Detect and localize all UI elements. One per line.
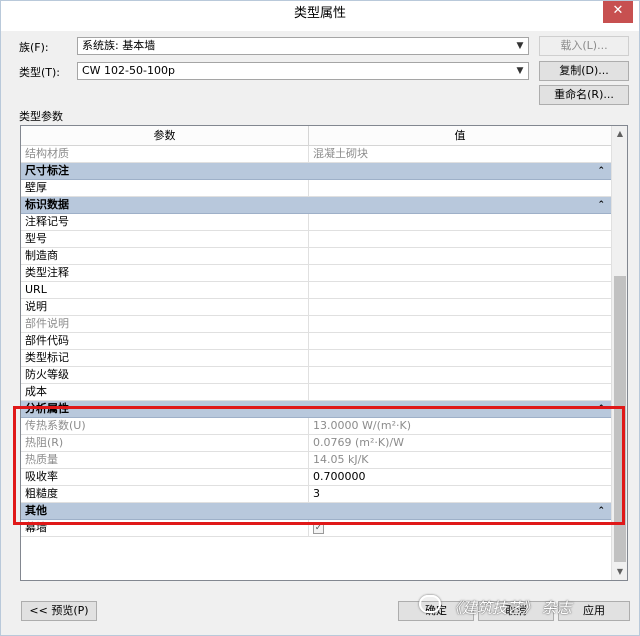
parameter-name: 成本 bbox=[21, 384, 309, 400]
parameter-name: 部件代码 bbox=[21, 333, 309, 349]
type-select[interactable]: CW 102-50-100p ▼ bbox=[77, 62, 529, 80]
parameter-name: 制造商 bbox=[21, 248, 309, 264]
parameter-value[interactable] bbox=[309, 265, 611, 281]
table-row: 制造商 bbox=[21, 248, 611, 265]
duplicate-button[interactable]: 复制(D)... bbox=[539, 61, 629, 81]
table-row: 类型注释 bbox=[21, 265, 611, 282]
table-row: 型号 bbox=[21, 231, 611, 248]
parameter-value[interactable] bbox=[309, 367, 611, 383]
parameter-name: 部件说明 bbox=[21, 316, 309, 332]
chevron-down-icon: ▼ bbox=[516, 41, 524, 51]
parameter-value[interactable] bbox=[309, 248, 611, 264]
parameter-value[interactable] bbox=[309, 231, 611, 247]
parameter-value[interactable] bbox=[309, 384, 611, 400]
close-button[interactable]: ✕ bbox=[603, 1, 633, 23]
parameter-value[interactable]: 混凝土砌块 bbox=[309, 146, 611, 162]
chevron-down-icon: ▼ bbox=[516, 66, 524, 76]
parameter-value[interactable] bbox=[309, 214, 611, 230]
parameter-name: 型号 bbox=[21, 231, 309, 247]
parameter-name: 防火等级 bbox=[21, 367, 309, 383]
table-row: 说明 bbox=[21, 299, 611, 316]
table-row: URL bbox=[21, 282, 611, 299]
parameter-name: 类型注释 bbox=[21, 265, 309, 281]
collapse-icon[interactable]: ⌃ bbox=[597, 163, 605, 179]
table-row: 注释记号 bbox=[21, 214, 611, 231]
parameter-value[interactable] bbox=[309, 299, 611, 315]
family-label: 族(F): bbox=[19, 41, 49, 54]
title-bar: 类型属性 bbox=[1, 1, 639, 31]
table-row: 结构材质 混凝土砌块 bbox=[21, 146, 611, 163]
parameter-name: 注释记号 bbox=[21, 214, 309, 230]
watermark-chat-icon bbox=[419, 595, 441, 613]
column-header-value[interactable]: 值 bbox=[309, 126, 611, 146]
table-row: 壁厚 bbox=[21, 180, 611, 197]
parameter-value[interactable] bbox=[309, 282, 611, 298]
family-value: 系统族: 基本墙 bbox=[82, 39, 156, 52]
column-header-parameter[interactable]: 参数 bbox=[21, 126, 309, 146]
table-row: 部件代码 bbox=[21, 333, 611, 350]
close-icon: ✕ bbox=[612, 3, 624, 18]
group-label: 尺寸标注 bbox=[25, 164, 69, 177]
type-parameters-label: 类型参数 bbox=[19, 110, 63, 123]
type-properties-dialog: 类型属性 ✕ 族(F): 系统族: 基本墙 ▼ 载入(L)... 类型(T): … bbox=[0, 0, 640, 636]
dialog-title: 类型属性 bbox=[293, 6, 346, 21]
parameter-name: 壁厚 bbox=[21, 180, 309, 196]
preview-button[interactable]: << 预览(P) bbox=[21, 601, 97, 621]
type-label: 类型(T): bbox=[19, 66, 61, 79]
parameter-name: URL bbox=[21, 282, 309, 298]
parameter-value[interactable] bbox=[309, 333, 611, 349]
family-select[interactable]: 系统族: 基本墙 ▼ bbox=[77, 37, 529, 55]
type-value: CW 102-50-100p bbox=[82, 64, 175, 77]
parameter-value[interactable] bbox=[309, 350, 611, 366]
highlight-box bbox=[13, 406, 625, 525]
rename-button[interactable]: 重命名(R)... bbox=[539, 85, 629, 105]
grid-header: 参数 值 bbox=[21, 126, 611, 146]
parameter-name: 类型标记 bbox=[21, 350, 309, 366]
load-button[interactable]: 载入(L)... bbox=[539, 36, 629, 56]
table-row: 成本 bbox=[21, 384, 611, 401]
group-label: 标识数据 bbox=[25, 198, 69, 211]
group-header[interactable]: 尺寸标注 ⌃ bbox=[21, 163, 611, 180]
table-row: 类型标记 bbox=[21, 350, 611, 367]
parameter-name: 结构材质 bbox=[21, 146, 309, 162]
table-row: 防火等级 bbox=[21, 367, 611, 384]
parameter-value[interactable] bbox=[309, 316, 611, 332]
watermark-text: 《建筑技艺》 杂志 bbox=[447, 599, 572, 617]
scroll-up-icon[interactable]: ▲ bbox=[612, 126, 627, 142]
parameter-value[interactable] bbox=[309, 180, 611, 196]
parameter-name: 说明 bbox=[21, 299, 309, 315]
collapse-icon[interactable]: ⌃ bbox=[597, 197, 605, 213]
group-header[interactable]: 标识数据 ⌃ bbox=[21, 197, 611, 214]
scroll-down-icon[interactable]: ▼ bbox=[612, 564, 627, 580]
table-row: 部件说明 bbox=[21, 316, 611, 333]
